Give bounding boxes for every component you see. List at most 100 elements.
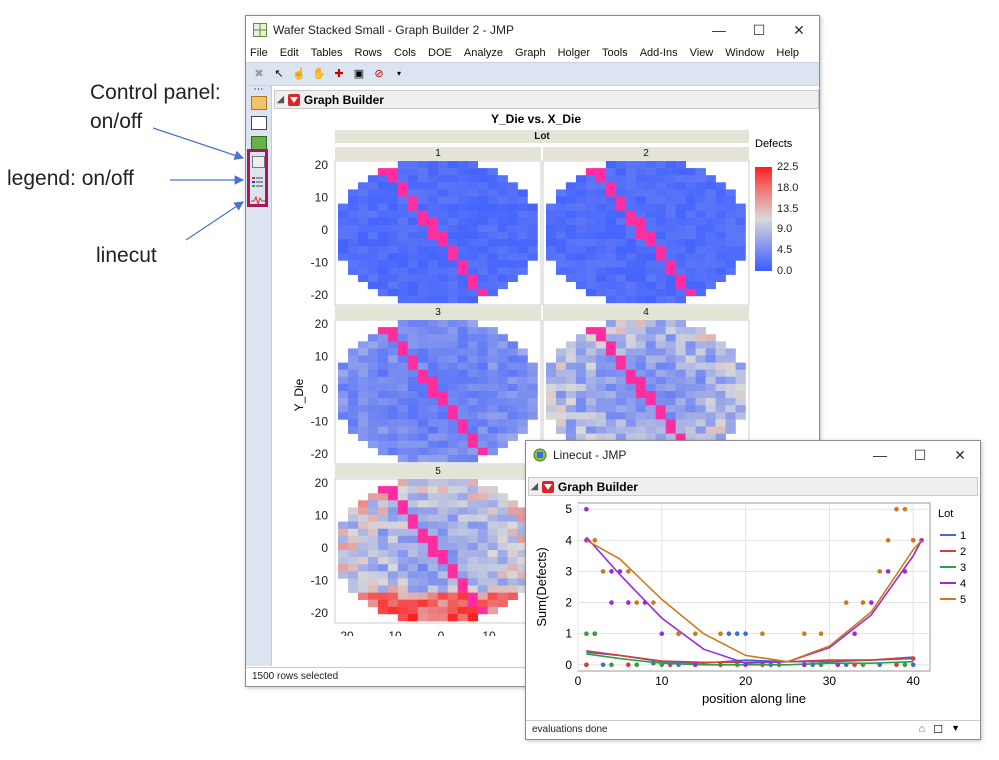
legend-label-4: 4	[960, 578, 966, 590]
checkbox-icon[interactable]: ☐	[933, 723, 943, 736]
legend-tick: 0.0	[777, 265, 793, 277]
panel-header-5: 5	[335, 465, 541, 478]
legend-label-2: 2	[960, 546, 966, 558]
y-tick-label: -10	[311, 574, 329, 588]
data-point	[743, 662, 748, 668]
data-point	[852, 631, 857, 636]
y-tick-label: 3	[565, 564, 572, 578]
data-point	[642, 600, 648, 605]
data-point	[869, 600, 874, 605]
linecut-app-icon	[533, 448, 547, 462]
data-point	[634, 600, 639, 605]
data-point	[894, 506, 899, 512]
legend-tick: 18.0	[777, 181, 799, 194]
linecut-status-divider	[526, 720, 980, 721]
data-point	[835, 662, 841, 668]
y-tick-label: -10	[311, 415, 329, 429]
annotation-linecut: linecut	[96, 244, 157, 267]
data-point	[584, 631, 589, 636]
linecut-outline-title: Graph Builder	[557, 479, 638, 494]
legend-tick: 4.5	[777, 244, 793, 257]
data-point	[626, 662, 631, 668]
data-point	[592, 538, 598, 543]
legend-label-1: 1	[960, 530, 966, 542]
y-tick-label: 10	[315, 191, 329, 205]
y-tick-label: 4	[565, 533, 572, 547]
y-tick-label: -10	[311, 256, 329, 270]
x-tick-label: -20	[336, 629, 354, 636]
arrow-linecut	[185, 201, 244, 241]
y-axis-label: Sum(Defects)	[534, 547, 549, 626]
linecut-maximize-icon[interactable]: ☐	[900, 447, 940, 464]
data-point	[734, 662, 740, 668]
status-dropdown-icon[interactable]: ▼	[951, 723, 960, 736]
data-point	[885, 569, 891, 574]
legend-tick: 9.0	[777, 223, 793, 236]
legend-gradient	[755, 167, 772, 271]
data-point	[609, 662, 614, 668]
y-tick-label: 20	[315, 476, 329, 490]
x-tick-label: -10	[384, 629, 402, 636]
data-point	[676, 631, 681, 636]
y-tick-label: 5	[565, 502, 572, 516]
main-status: 1500 rows selected	[252, 671, 339, 682]
data-point	[592, 631, 598, 636]
legend-tick: 22.5	[777, 161, 799, 173]
linecut-close-icon[interactable]: ✕	[940, 447, 980, 464]
y-tick-label: -20	[311, 606, 329, 620]
data-point	[693, 662, 698, 668]
data-point	[634, 662, 639, 668]
data-point	[626, 569, 631, 574]
legend-title: Defects	[755, 138, 793, 150]
x-tick-label: 0	[438, 629, 445, 636]
data-point	[726, 631, 732, 636]
data-point	[659, 662, 665, 668]
panel-header-4: 4	[543, 306, 749, 319]
y-tick-label: 0	[321, 382, 328, 396]
y-tick-label: 2	[565, 596, 572, 610]
data-point	[600, 662, 606, 668]
annotation-control-panel-line1: Control panel:	[90, 81, 221, 104]
y-tick-label: -20	[311, 447, 329, 461]
linecut-red-triangle-menu-icon[interactable]	[541, 480, 554, 493]
y-axis-label: Y_Die	[292, 378, 306, 412]
data-point	[760, 631, 765, 636]
home-icon[interactable]: ⌂	[919, 723, 926, 736]
annotation-control-panel: Control panel: on/off	[90, 78, 221, 136]
data-point	[910, 656, 916, 661]
data-point	[659, 631, 665, 636]
linecut-chart: 0 10 20 30 40 0 1 2 3 4 5 position along line Sum(De…	[534, 502, 966, 706]
linecut-collapse-triangle-icon[interactable]: ◢	[531, 481, 538, 492]
linecut-window-title: Linecut - JMP	[553, 448, 627, 462]
data-point	[910, 662, 916, 668]
y-tick-label: 1	[565, 627, 572, 641]
y-tick-label: -20	[311, 288, 329, 302]
y-tick-label: 0	[321, 541, 328, 555]
data-point	[743, 631, 748, 636]
legend-label-5: 5	[960, 594, 966, 606]
y-tick-label: 0	[321, 223, 328, 237]
data-point	[584, 506, 589, 512]
x-tick-label: 10	[655, 674, 669, 688]
data-point	[734, 631, 740, 636]
data-point	[609, 569, 614, 574]
data-point	[776, 662, 782, 668]
annotation-legend: legend: on/off	[7, 167, 134, 190]
linecut-status: evaluations done	[532, 724, 608, 735]
data-point	[718, 631, 723, 636]
y-tick-label: 20	[315, 158, 329, 172]
data-point	[877, 569, 882, 574]
data-point	[609, 600, 614, 605]
data-point	[818, 631, 824, 636]
linecut-titlebar: Linecut - JMP — ☐ ✕	[526, 441, 980, 469]
y-tick-label: 0	[565, 658, 572, 672]
linecut-minimize-icon[interactable]: —	[860, 447, 900, 463]
linecut-status-icons: ⌂ ☐ ▼	[919, 723, 960, 736]
data-point	[651, 600, 656, 605]
data-point	[860, 600, 866, 605]
y-tick-label: 10	[315, 350, 329, 364]
data-point	[860, 662, 866, 668]
data-point	[894, 662, 899, 668]
legend-tick: 13.5	[777, 202, 799, 215]
wafer-panel-5	[334, 478, 542, 624]
